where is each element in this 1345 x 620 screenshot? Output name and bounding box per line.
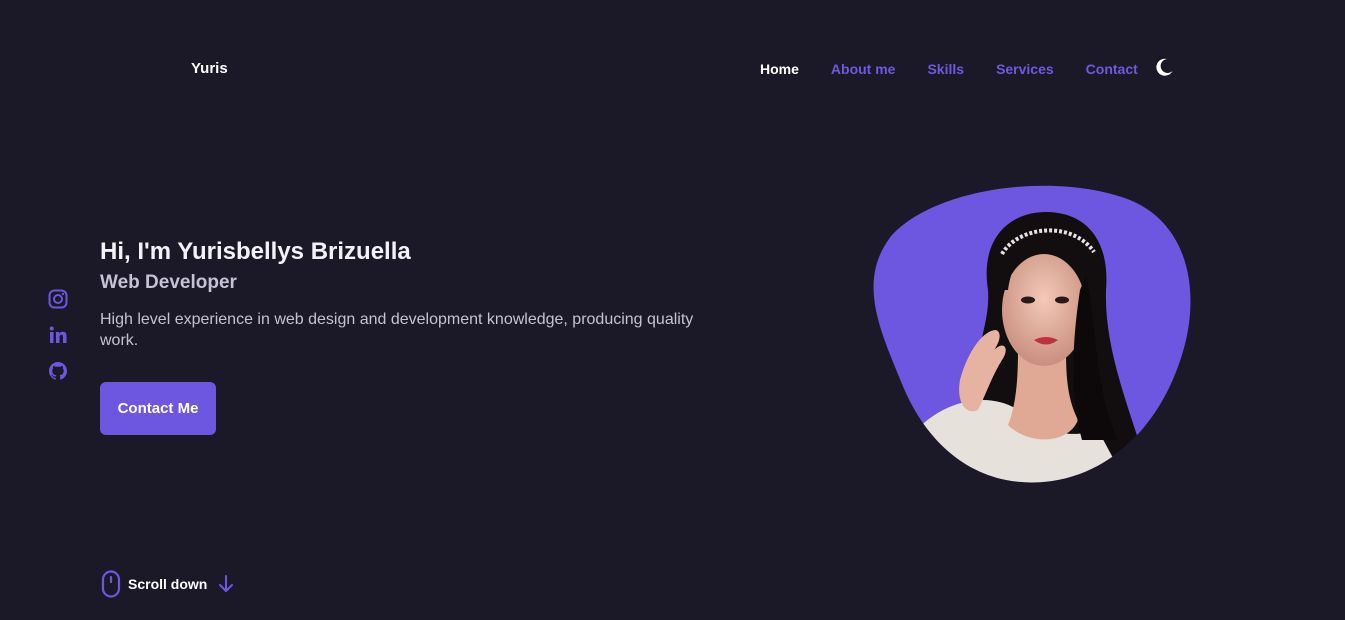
moon-icon[interactable] xyxy=(1154,57,1174,77)
hero-description: High level experience in web design and … xyxy=(100,311,694,349)
github-icon[interactable] xyxy=(48,361,68,383)
linkedin-icon[interactable] xyxy=(48,325,68,347)
scroll-down-link[interactable]: Scroll down xyxy=(101,570,235,598)
nav-item-home[interactable]: Home xyxy=(760,60,799,78)
nav-item-skills[interactable]: Skills xyxy=(927,60,964,78)
home-page: Yuris Home About me Skills Services Cont… xyxy=(0,0,1345,620)
instagram-icon[interactable] xyxy=(48,289,68,311)
logo[interactable]: Yuris xyxy=(191,60,228,77)
nav-item-contact[interactable]: Contact xyxy=(1086,60,1138,78)
contact-me-button[interactable]: Contact Me xyxy=(100,382,216,435)
main-nav: Home About me Skills Services Contact xyxy=(760,57,1174,78)
scroll-down-label: Scroll down xyxy=(128,576,208,592)
hero-title: Hi, I'm Yurisbellys Brizuella xyxy=(100,238,411,265)
hero-subtitle: Web Developer xyxy=(100,272,237,293)
profile-photo xyxy=(868,180,1198,486)
nav-item-services[interactable]: Services xyxy=(996,60,1054,78)
mouse-icon xyxy=(101,570,123,598)
arrow-down-icon xyxy=(217,574,235,594)
nav-item-about[interactable]: About me xyxy=(831,60,896,78)
social-links xyxy=(48,289,68,397)
